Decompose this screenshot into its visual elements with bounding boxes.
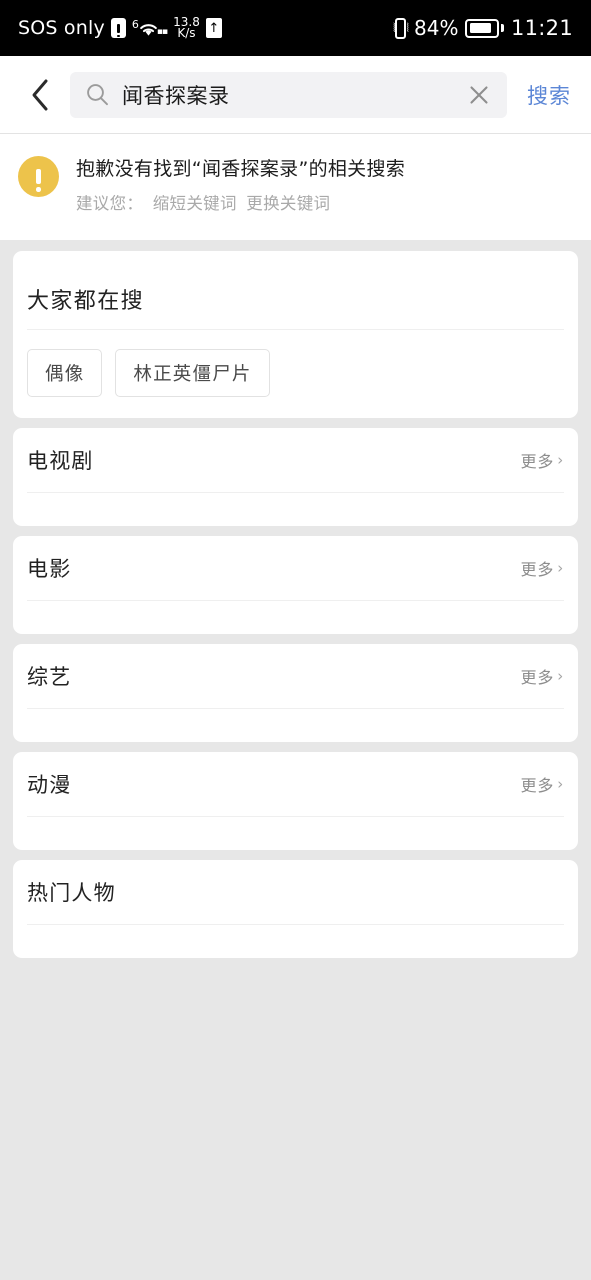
category-card-anime: 动漫 更多 › xyxy=(13,752,578,850)
back-chevron-icon xyxy=(32,79,48,110)
hot-search-header: 大家都在搜 xyxy=(27,251,564,329)
no-result-notice: 抱歉没有找到“闻香探案录”的相关搜索 建议您： 缩短关键词 更换关键词 xyxy=(0,134,591,240)
category-more-label: 更多 xyxy=(520,560,555,579)
hot-search-tag-list: 偶像 林正英僵尸片 xyxy=(27,330,564,418)
search-input[interactable]: 闻香探案录 xyxy=(70,71,507,118)
chevron-right-icon: › xyxy=(557,559,564,577)
hot-search-tag[interactable]: 林正英僵尸片 xyxy=(115,349,270,397)
category-more-button[interactable]: 更多 › xyxy=(521,448,564,472)
category-title: 热门人物 xyxy=(27,881,116,905)
chevron-right-icon: › xyxy=(557,667,564,685)
category-more-button[interactable]: 更多 › xyxy=(521,664,564,688)
status-bar-left: SOS only 6 ▪▪ 13.8 K/s ↑ xyxy=(18,16,222,40)
chevron-right-icon: › xyxy=(557,775,564,793)
upload-arrow-icon: ↑ xyxy=(205,18,222,38)
category-card-people: 热门人物 xyxy=(13,860,578,958)
category-header: 综艺 更多 › xyxy=(27,644,564,708)
warning-exclamation-icon xyxy=(18,156,59,197)
category-header: 电影 更多 › xyxy=(27,536,564,600)
hot-search-title: 大家都在搜 xyxy=(27,289,145,314)
suggestion-replace: 更换关键词 xyxy=(246,194,331,213)
category-title: 动漫 xyxy=(27,773,72,797)
suggestion-shorten: 缩短关键词 xyxy=(152,194,237,213)
no-result-suggestions: 建议您： 缩短关键词 更换关键词 xyxy=(76,190,573,214)
hot-search-card: 大家都在搜 偶像 林正英僵尸片 xyxy=(13,251,578,418)
category-card-movie: 电影 更多 › xyxy=(13,536,578,634)
search-icon xyxy=(86,83,109,106)
clear-search-button[interactable] xyxy=(457,73,501,117)
search-submit-button[interactable]: 搜索 xyxy=(517,80,575,110)
hot-search-tag[interactable]: 偶像 xyxy=(27,349,103,397)
category-more-label: 更多 xyxy=(520,776,555,795)
search-suggestion-content: 大家都在搜 偶像 林正英僵尸片 电视剧 更多 › 电影 更多 › 综艺 更多 ›… xyxy=(0,240,591,958)
close-icon xyxy=(470,85,488,104)
category-more-label: 更多 xyxy=(520,668,555,687)
no-result-text: 抱歉没有找到“闻香探案录”的相关搜索 建议您： 缩短关键词 更换关键词 xyxy=(76,154,573,214)
category-items xyxy=(27,925,564,958)
category-header: 动漫 更多 › xyxy=(27,752,564,816)
search-header: 闻香探案录 搜索 xyxy=(0,56,591,134)
back-button[interactable] xyxy=(18,73,62,117)
wifi-activity-dots: ▪▪ xyxy=(156,26,168,37)
chevron-right-icon: › xyxy=(557,451,564,469)
status-bar: SOS only 6 ▪▪ 13.8 K/s ↑ ⦚ ⦚ 84% 11:21 xyxy=(0,0,591,56)
category-more-button[interactable]: 更多 › xyxy=(521,556,564,580)
category-header: 热门人物 xyxy=(27,860,564,924)
alert-badge-icon xyxy=(110,18,126,38)
category-header: 电视剧 更多 › xyxy=(27,428,564,492)
category-items xyxy=(27,817,564,850)
network-speed: 13.8 K/s xyxy=(173,16,200,40)
category-items xyxy=(27,709,564,742)
suggestion-label: 建议您： xyxy=(76,194,144,213)
category-card-tv: 电视剧 更多 › xyxy=(13,428,578,526)
clock-label: 11:21 xyxy=(510,16,573,40)
category-title: 电影 xyxy=(27,557,72,581)
carrier-label: SOS only xyxy=(18,17,105,39)
wifi-glyph xyxy=(140,23,157,36)
category-more-button[interactable]: 更多 › xyxy=(521,772,564,796)
battery-percent-label: 84% xyxy=(414,16,459,40)
category-items xyxy=(27,493,564,526)
network-speed-unit: K/s xyxy=(177,26,196,40)
wifi-icon: 6 ▪▪ xyxy=(132,19,168,38)
no-result-title: 抱歉没有找到“闻香探案录”的相关搜索 xyxy=(76,158,406,180)
category-title: 电视剧 xyxy=(27,449,94,473)
battery-icon xyxy=(465,18,504,38)
status-bar-right: ⦚ ⦚ 84% 11:21 xyxy=(393,16,573,40)
vibrate-icon: ⦚ ⦚ xyxy=(393,17,408,39)
category-card-variety: 综艺 更多 › xyxy=(13,644,578,742)
category-items xyxy=(27,601,564,634)
category-more-label: 更多 xyxy=(520,452,555,471)
search-input-value: 闻香探案录 xyxy=(122,83,230,108)
category-title: 综艺 xyxy=(27,665,72,689)
